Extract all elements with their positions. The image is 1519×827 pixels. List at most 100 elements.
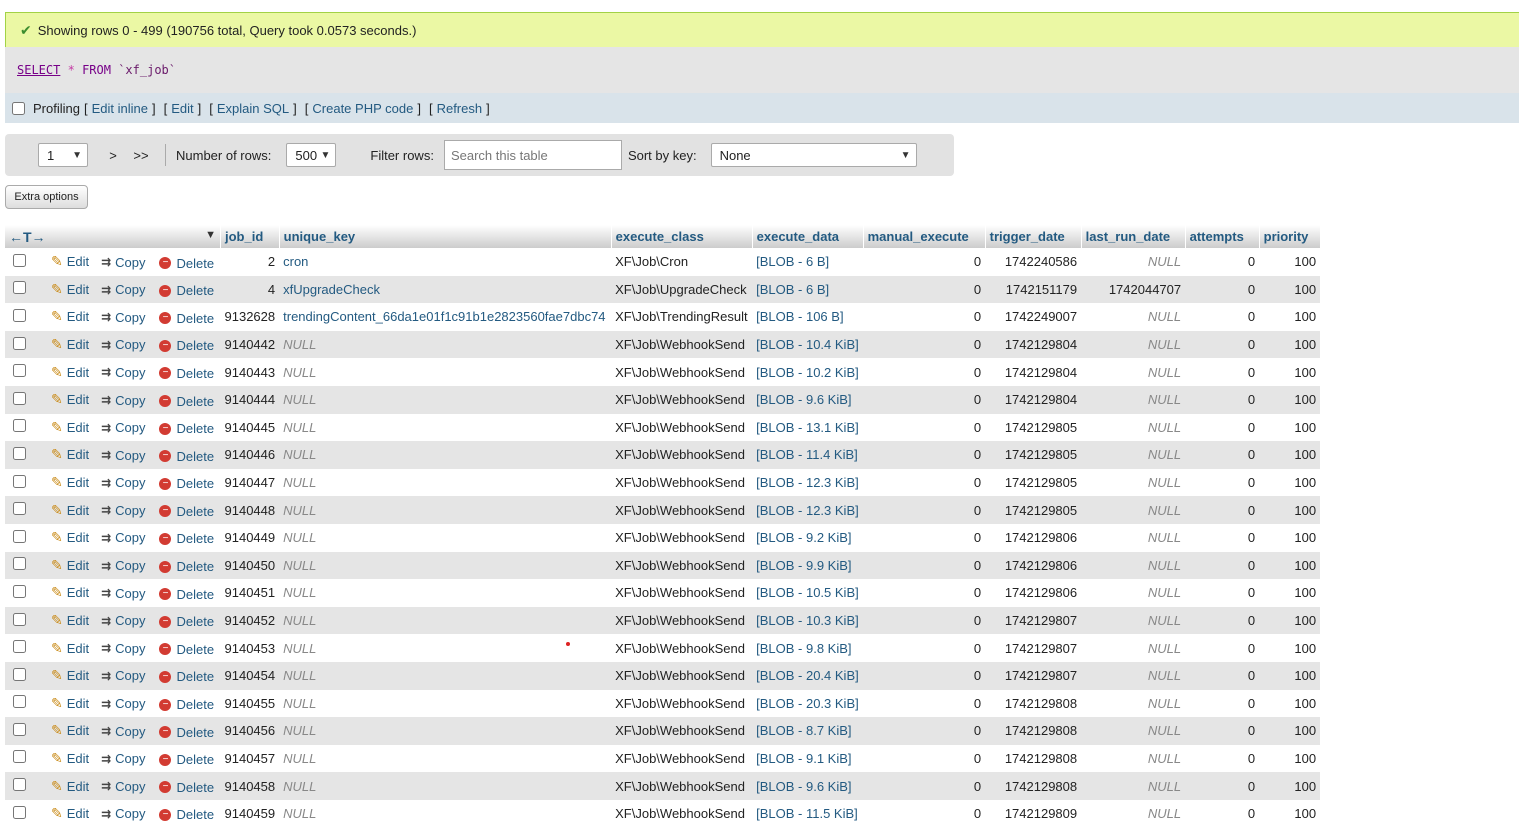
header-execute-data[interactable]: execute_data [752,225,864,248]
cell-execute-data[interactable]: [BLOB - 12.3 KiB] [752,496,864,524]
cell-execute-data[interactable]: [BLOB - 8.7 KiB] [752,717,864,745]
delete-action[interactable]: − Delete [151,358,221,386]
sort-select[interactable]: None ▼ [710,143,917,167]
delete-action[interactable]: − Delete [151,385,221,414]
copy-action[interactable]: ⇉ Copy [95,496,152,524]
header-job-id[interactable]: job_id [220,225,280,248]
edit-action[interactable]: ✎ Edit [39,523,96,552]
row-checkbox[interactable] [13,557,26,571]
delete-action[interactable]: − Delete [151,248,221,276]
cell-execute-data[interactable]: [BLOB - 10.3 KiB] [752,606,864,635]
delete-action[interactable]: − Delete [151,661,221,690]
cell-execute-data[interactable]: [BLOB - 20.3 KiB] [752,689,864,718]
delete-action[interactable]: − Delete [151,744,221,773]
copy-action[interactable]: ⇉ Copy [95,551,152,580]
edit-action[interactable]: ✎ Edit [39,606,96,635]
cell-execute-data[interactable]: [BLOB - 13.1 KiB] [752,413,864,442]
row-checkbox[interactable] [13,750,26,764]
page-select[interactable]: 1 ▼ [38,143,88,167]
delete-action[interactable]: − Delete [151,717,221,745]
copy-action[interactable]: ⇉ Copy [95,717,152,745]
copy-action[interactable]: ⇉ Copy [95,772,152,800]
copy-action[interactable]: ⇉ Copy [95,799,152,827]
cell-execute-data[interactable]: [BLOB - 9.9 KiB] [752,551,864,580]
row-checkbox[interactable] [13,364,26,378]
row-checkbox[interactable] [13,253,26,267]
copy-action[interactable]: ⇉ Copy [95,330,152,359]
edit-action[interactable]: ✎ Edit [39,496,96,524]
edit-action[interactable]: ✎ Edit [39,468,96,497]
copy-action[interactable]: ⇉ Copy [95,634,152,662]
copy-action[interactable]: ⇉ Copy [95,744,152,773]
cell-execute-data[interactable]: [BLOB - 10.5 KiB] [752,579,864,607]
edit-action[interactable]: ✎ Edit [39,634,96,662]
delete-action[interactable]: − Delete [151,799,221,827]
create-php-link[interactable]: Create PHP code [312,101,413,116]
cell-execute-data[interactable]: [BLOB - 9.1 KiB] [752,744,864,773]
edit-action[interactable]: ✎ Edit [39,551,96,580]
cell-execute-data[interactable]: [BLOB - 10.2 KiB] [752,358,864,386]
rows-select[interactable]: 500 ▼ [286,143,337,167]
delete-action[interactable]: − Delete [151,441,221,469]
edit-action[interactable]: ✎ Edit [39,772,96,800]
delete-action[interactable]: − Delete [151,468,221,497]
delete-action[interactable]: − Delete [151,496,221,524]
edit-action[interactable]: ✎ Edit [39,799,96,827]
cell-execute-data[interactable]: [BLOB - 6 B] [752,275,864,304]
edit-action[interactable]: ✎ Edit [39,717,96,745]
row-checkbox[interactable] [13,474,26,488]
copy-action[interactable]: ⇉ Copy [95,248,152,276]
sort-down-icon[interactable]: ▼ [205,229,216,241]
delete-action[interactable]: − Delete [151,579,221,607]
row-checkbox[interactable] [13,391,26,405]
row-checkbox[interactable] [13,529,26,543]
row-checkbox[interactable] [13,667,26,681]
edit-query-link[interactable]: Edit [171,101,193,116]
copy-action[interactable]: ⇉ Copy [95,303,152,331]
row-checkbox[interactable] [13,419,26,433]
edit-action[interactable]: ✎ Edit [39,275,96,304]
row-checkbox[interactable] [13,446,26,460]
header-priority[interactable]: priority [1259,225,1321,248]
edit-action[interactable]: ✎ Edit [39,303,96,331]
copy-action[interactable]: ⇉ Copy [95,689,152,718]
cell-execute-data[interactable]: [BLOB - 9.2 KiB] [752,523,864,552]
row-checkbox[interactable] [13,612,26,626]
edit-action[interactable]: ✎ Edit [39,689,96,718]
row-checkbox[interactable] [13,336,26,350]
header-manual-execute[interactable]: manual_execute [863,225,986,248]
last-page-button[interactable]: >> [128,142,154,168]
row-checkbox[interactable] [13,778,26,792]
edit-action[interactable]: ✎ Edit [39,661,96,690]
extra-options-button[interactable]: Extra options [5,185,88,209]
delete-action[interactable]: − Delete [151,275,221,304]
cell-execute-data[interactable]: [BLOB - 9.8 KiB] [752,634,864,662]
header-last-run-date[interactable]: last_run_date [1081,225,1186,248]
sql-keyword-select[interactable]: SELECT [17,63,60,77]
copy-action[interactable]: ⇉ Copy [95,523,152,552]
delete-action[interactable]: − Delete [151,551,221,580]
cell-execute-data[interactable]: [BLOB - 12.3 KiB] [752,468,864,497]
edit-action[interactable]: ✎ Edit [39,579,96,607]
edit-action[interactable]: ✎ Edit [39,413,96,442]
row-checkbox[interactable] [13,584,26,598]
copy-action[interactable]: ⇉ Copy [95,579,152,607]
copy-action[interactable]: ⇉ Copy [95,385,152,414]
column-arrows-icon[interactable]: ←T→ [9,229,46,245]
delete-action[interactable]: − Delete [151,606,221,635]
edit-action[interactable]: ✎ Edit [39,385,96,414]
row-checkbox[interactable] [13,805,26,819]
edit-action[interactable]: ✎ Edit [39,744,96,773]
row-checkbox[interactable] [13,722,26,736]
header-trigger-date[interactable]: trigger_date [985,225,1082,248]
edit-action[interactable]: ✎ Edit [39,358,96,386]
delete-action[interactable]: − Delete [151,772,221,800]
copy-action[interactable]: ⇉ Copy [95,275,152,304]
delete-action[interactable]: − Delete [151,413,221,442]
delete-action[interactable]: − Delete [151,634,221,662]
copy-action[interactable]: ⇉ Copy [95,606,152,635]
row-checkbox[interactable] [13,695,26,709]
cell-execute-data[interactable]: [BLOB - 6 B] [752,248,864,276]
copy-action[interactable]: ⇉ Copy [95,468,152,497]
header-unique-key[interactable]: unique_key [279,225,612,248]
